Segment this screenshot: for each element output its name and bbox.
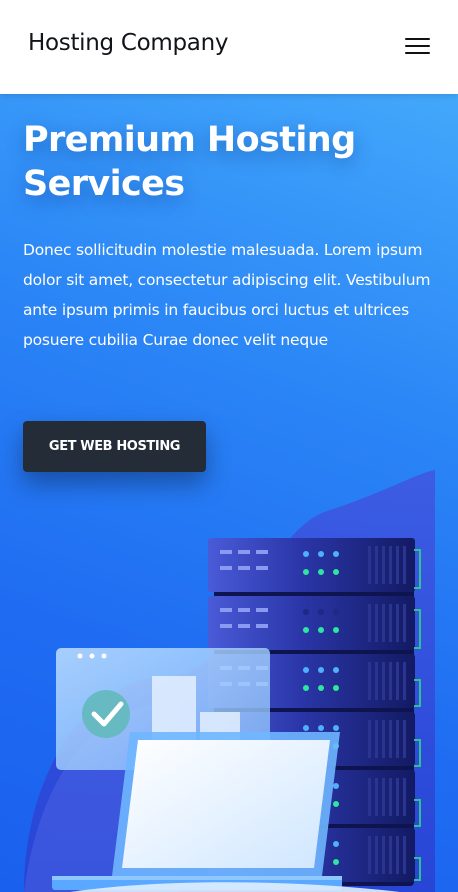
get-web-hosting-button[interactable]: GET WEB HOSTING	[23, 421, 206, 472]
hero-description: Donec sollicitudin molestie malesuada. L…	[23, 241, 431, 349]
hero-title: Premium Hosting Services	[23, 120, 356, 204]
hero-section: Premium Hosting Services Donec sollicitu…	[0, 94, 458, 892]
brand-logo-text[interactable]: Hosting Company	[28, 30, 228, 56]
hamburger-line	[405, 45, 430, 47]
hamburger-line	[405, 38, 430, 40]
navbar: Hosting Company	[0, 0, 458, 94]
checkmark-circle	[82, 690, 130, 738]
hamburger-line	[405, 52, 430, 54]
hamburger-menu-icon[interactable]	[405, 36, 431, 58]
server-rack-laptop-illustration	[24, 470, 435, 892]
